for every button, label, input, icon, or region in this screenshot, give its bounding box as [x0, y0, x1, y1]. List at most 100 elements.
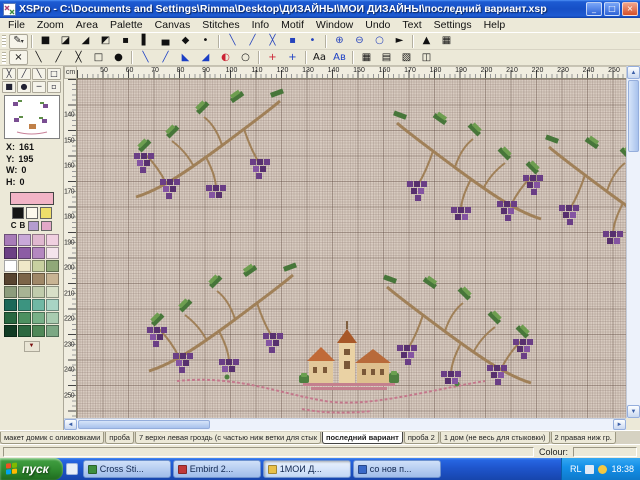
taskbar-task-1[interactable]: Cross Sti... — [83, 460, 171, 478]
select-arrow-button[interactable]: ▲ — [417, 34, 436, 49]
menu-item-palette[interactable]: Palette — [104, 19, 149, 31]
pattern-tab-2[interactable]: проба — [105, 432, 134, 444]
palette-color-4[interactable] — [46, 234, 59, 246]
cb-swatch-2[interactable] — [41, 221, 52, 231]
palette-color-8[interactable] — [46, 247, 59, 259]
palette-color-22[interactable] — [18, 299, 31, 311]
language-indicator[interactable]: RL — [570, 464, 582, 474]
special-swatch-3[interactable] — [40, 207, 52, 219]
palette-color-9[interactable] — [4, 260, 17, 272]
center-pattern-button[interactable]: ◫ — [417, 50, 436, 65]
palette-color-28[interactable] — [46, 312, 59, 324]
pan-tool-button[interactable]: ► — [390, 34, 409, 49]
taskbar-task-4[interactable]: со нов п... — [353, 460, 441, 478]
palette-color-18[interactable] — [18, 286, 31, 298]
palette-color-13[interactable] — [4, 273, 17, 285]
start-button[interactable]: пуск — [0, 458, 63, 480]
close-button[interactable]: × — [622, 2, 638, 16]
taskbar-task-2[interactable]: Embird 2... — [173, 460, 261, 478]
palette-color-29[interactable] — [4, 325, 17, 337]
half-cross-stitch-button[interactable]: ◪ — [56, 34, 75, 49]
palette-color-12[interactable] — [46, 260, 59, 272]
stitch-canvas[interactable] — [77, 79, 626, 418]
petite-stitch-button[interactable]: ▪ — [116, 34, 135, 49]
horizontal-stitch-button[interactable]: ▄ — [156, 34, 175, 49]
menu-item-help[interactable]: Help — [478, 19, 512, 31]
color-ring-button[interactable]: ○ — [236, 50, 255, 65]
palette-color-21[interactable] — [4, 299, 17, 311]
vertical-stitch-button[interactable]: ▌ — [136, 34, 155, 49]
palette-color-5[interactable] — [4, 247, 17, 259]
scroll-up-button[interactable]: ▲ — [627, 66, 640, 79]
cb-swatch-1[interactable] — [28, 221, 39, 231]
knot-tool-button[interactable]: ● — [17, 81, 31, 93]
vertical-scroll-thumb[interactable] — [628, 80, 639, 152]
pattern-tab-7[interactable]: 2 правая ниж гр. — [551, 432, 616, 444]
scroll-left-button[interactable]: ◄ — [64, 419, 77, 430]
backstitch-up-button[interactable]: ╱ — [243, 34, 262, 49]
palette-color-25[interactable] — [4, 312, 17, 324]
three-quarter-stitch-button[interactable]: ◩ — [96, 34, 115, 49]
backstitch-cross-button[interactable]: ╳ — [263, 34, 282, 49]
french-knot-button[interactable]: ● — [109, 50, 128, 65]
menu-item-area[interactable]: Area — [70, 19, 104, 31]
text-tool-button[interactable]: Aa — [310, 50, 329, 65]
menu-item-text[interactable]: Text — [396, 19, 427, 31]
corner-stitch-right-button[interactable]: ◢ — [196, 50, 215, 65]
full-cross-stitch-button[interactable]: ■ — [36, 34, 55, 49]
pattern-tab-3[interactable]: 7 верхн левая гроздь (с частью ниж ветки… — [135, 432, 321, 444]
dot-stitch-button[interactable]: • — [196, 34, 215, 49]
grid-toggle-button[interactable]: ▦ — [437, 34, 456, 49]
palette-color-11[interactable] — [32, 260, 45, 272]
thick-backstitch-up-button[interactable]: ╱ — [156, 50, 175, 65]
erase-tool-button[interactable]: ▫ — [47, 81, 61, 93]
palette-color-20[interactable] — [46, 286, 59, 298]
special-swatch-1[interactable] — [12, 207, 24, 219]
half-stitch-tool-button[interactable]: ╱ — [17, 68, 31, 80]
design-preview-thumbnail[interactable] — [4, 95, 60, 139]
toolbar-grip[interactable] — [2, 52, 6, 64]
toolbar-grip[interactable] — [2, 35, 6, 47]
palette-color-14[interactable] — [18, 273, 31, 285]
palette-color-3[interactable] — [32, 234, 45, 246]
corner-stitch-left-button[interactable]: ◣ — [176, 50, 195, 65]
menu-item-settings[interactable]: Settings — [428, 19, 478, 31]
special-swatch-2[interactable] — [26, 207, 38, 219]
outline-square-button[interactable]: □ — [89, 50, 108, 65]
palette-color-7[interactable] — [32, 247, 45, 259]
minimize-button[interactable]: _ — [586, 2, 602, 16]
palette-color-6[interactable] — [18, 247, 31, 259]
back-stitch-tool-button[interactable]: ╲ — [32, 68, 46, 80]
tray-icon-1[interactable] — [585, 465, 594, 474]
pattern-tab-1[interactable]: макет домик с оливковками — [0, 432, 104, 444]
thick-backstitch-down-button[interactable]: ╲ — [136, 50, 155, 65]
palette-color-27[interactable] — [32, 312, 45, 324]
half-paint-button[interactable]: × — [9, 50, 28, 65]
vertical-scroll-track[interactable] — [627, 79, 640, 405]
palette-color-1[interactable] — [4, 234, 17, 246]
quarter-stitch-button[interactable]: ◢ — [76, 34, 95, 49]
grid-lines-toggle-button[interactable]: ▦ — [357, 50, 376, 65]
taskbar-task-3[interactable]: 1МОИ Д... — [263, 460, 351, 478]
menu-item-undo[interactable]: Undo — [359, 19, 396, 31]
cyrillic-text-tool-button[interactable]: Ав — [330, 50, 349, 65]
fill-tool-button[interactable]: ■ — [2, 81, 16, 93]
palette-color-23[interactable] — [32, 299, 45, 311]
scroll-down-button[interactable]: ▼ — [627, 405, 640, 418]
grid-major-toggle-button[interactable]: ▤ — [377, 50, 396, 65]
pattern-tab-6[interactable]: 1 дом (не весь для стыковки) — [440, 432, 550, 444]
horizontal-scroll-track[interactable] — [77, 419, 613, 430]
pattern-tab-4[interactable]: последний вариант — [322, 432, 403, 444]
horizontal-scrollbar[interactable]: ◄ ► — [64, 418, 626, 430]
color-wheel-button[interactable]: ◐ — [216, 50, 235, 65]
quick-launch-icon[interactable] — [66, 463, 78, 475]
add-color-blue-button[interactable]: + — [283, 50, 302, 65]
diag-right-paint-button[interactable]: ╱ — [49, 50, 68, 65]
current-color-swatch[interactable] — [10, 192, 54, 205]
palette-color-2[interactable] — [18, 234, 31, 246]
palette-color-31[interactable] — [32, 325, 45, 337]
zoom-fit-button[interactable]: ○ — [370, 34, 389, 49]
menu-item-motif[interactable]: Motif — [275, 19, 310, 31]
menu-item-zoom[interactable]: Zoom — [31, 19, 70, 31]
zoom-out-button[interactable]: ⊖ — [350, 34, 369, 49]
